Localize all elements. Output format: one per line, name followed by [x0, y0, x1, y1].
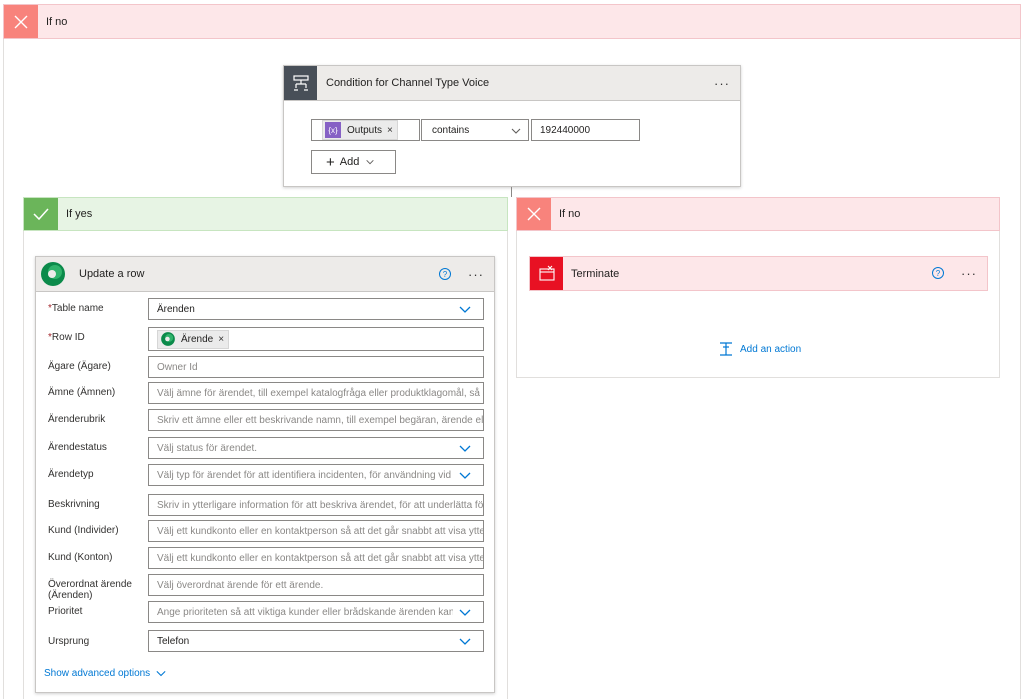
table-name-label: *Table name [48, 303, 104, 314]
dataverse-icon [161, 332, 175, 346]
outputs-token-label: Outputs [347, 124, 383, 136]
arendetyp-label: Ärendetyp [48, 469, 94, 480]
outputs-token-remove[interactable]: × [387, 125, 393, 136]
overordnat-input[interactable]: Välj överordnat ärende för ett ärende. [148, 574, 484, 596]
update-row-card: Update a row ? ··· *Table name Ärenden *… [35, 256, 495, 693]
kund-konton-input[interactable]: Välj ett kundkonto eller en kontaktperso… [148, 547, 484, 569]
close-icon [517, 198, 551, 230]
kund-konton-label: Kund (Konton) [48, 552, 113, 563]
update-row-title: Update a row [79, 268, 145, 280]
help-icon[interactable]: ? [439, 268, 451, 280]
condition-operator-select[interactable]: contains [421, 119, 529, 141]
ursprung-select[interactable]: Telefon [148, 630, 484, 652]
checkmark-icon [24, 198, 58, 230]
condition-header[interactable]: Condition for Channel Type Voice ··· [284, 66, 740, 101]
expression-icon: {x} [325, 122, 341, 138]
terminate-icon [530, 257, 563, 290]
agare-input[interactable]: Owner Id [148, 356, 484, 378]
add-action-icon [720, 342, 732, 356]
condition-left-operand[interactable]: {x} Outputs × [311, 119, 420, 141]
condition-value: 192440000 [540, 124, 591, 136]
if-yes-header[interactable]: If yes [23, 197, 508, 231]
help-icon[interactable]: ? [932, 267, 944, 279]
amne-input[interactable]: Välj ämne för ärendet, till exempel kata… [148, 382, 484, 404]
connector-line [511, 187, 512, 197]
top-if-no-label: If no [46, 15, 68, 28]
condition-title: Condition for Channel Type Voice [326, 77, 490, 89]
plus-icon: + [326, 153, 335, 171]
top-if-no-header[interactable]: If no [3, 4, 1021, 39]
amne-label: Ämne (Ämnen) [48, 387, 116, 398]
chevron-down-icon [459, 638, 471, 645]
arenderubrik-input[interactable]: Skriv ett ämne eller ett beskrivande nam… [148, 409, 484, 431]
chevron-down-icon [459, 445, 471, 452]
update-row-more-button[interactable]: ··· [468, 257, 484, 291]
update-row-header[interactable]: Update a row ? ··· [36, 257, 494, 292]
ursprung-label: Ursprung [48, 636, 90, 647]
agare-label: Ägare (Ägare) [48, 361, 111, 372]
show-advanced-options[interactable]: Show advanced options [44, 665, 166, 681]
prioritet-label: Prioritet [48, 606, 83, 617]
chevron-down-icon [366, 160, 375, 165]
row-id-label: *Row ID [48, 332, 85, 343]
condition-add-button[interactable]: + Add [311, 150, 396, 174]
beskrivning-label: Beskrivning [48, 499, 100, 510]
table-name-select[interactable]: Ärenden [148, 298, 484, 320]
arende-token-remove[interactable]: × [218, 334, 224, 345]
add-action-button[interactable]: Add an action [718, 341, 801, 357]
condition-operator-value: contains [432, 124, 470, 136]
condition-add-label: Add [339, 156, 360, 168]
chevron-down-icon [459, 609, 471, 616]
terminate-title: Terminate [571, 267, 620, 280]
prioritet-select[interactable]: Ange prioriteten så att viktiga kunder e… [148, 601, 484, 623]
overordnat-label: Överordnat ärende (Ärenden) [48, 579, 132, 601]
chevron-down-icon [156, 670, 166, 677]
kund-individer-label: Kund (Individer) [48, 525, 119, 536]
table-name-value: Ärenden [157, 303, 195, 315]
dataverse-icon [38, 259, 68, 289]
chevron-down-icon [459, 306, 471, 313]
outputs-token: {x} Outputs × [322, 120, 398, 140]
close-icon [4, 5, 38, 38]
arendestatus-label: Ärendestatus [48, 442, 107, 453]
arendetyp-select[interactable]: Välj typ för ärendet för att identifiera… [148, 464, 484, 486]
arende-token-label: Ärende [181, 333, 214, 345]
condition-value-input[interactable]: 192440000 [531, 119, 640, 141]
row-id-input[interactable]: Ärende × [148, 327, 484, 351]
if-no-header[interactable]: If no [516, 197, 1000, 231]
condition-card: Condition for Channel Type Voice ··· {x}… [283, 65, 741, 187]
if-no-label: If no [559, 208, 581, 220]
beskrivning-input[interactable]: Skriv in ytterligare information för att… [148, 494, 484, 516]
condition-icon [284, 66, 317, 100]
terminate-more-button[interactable]: ··· [961, 257, 977, 290]
chevron-down-icon [459, 472, 471, 479]
kund-individer-input[interactable]: Välj ett kundkonto eller en kontaktperso… [148, 520, 484, 542]
condition-more-button[interactable]: ··· [714, 66, 730, 100]
terminate-card[interactable]: Terminate ? ··· [529, 256, 988, 291]
arenderubrik-label: Ärenderubrik [48, 414, 106, 425]
if-yes-label: If yes [66, 208, 93, 220]
chevron-down-icon [511, 128, 521, 134]
arendestatus-select[interactable]: Välj status för ärendet. [148, 437, 484, 459]
arende-token: Ärende × [157, 329, 230, 349]
